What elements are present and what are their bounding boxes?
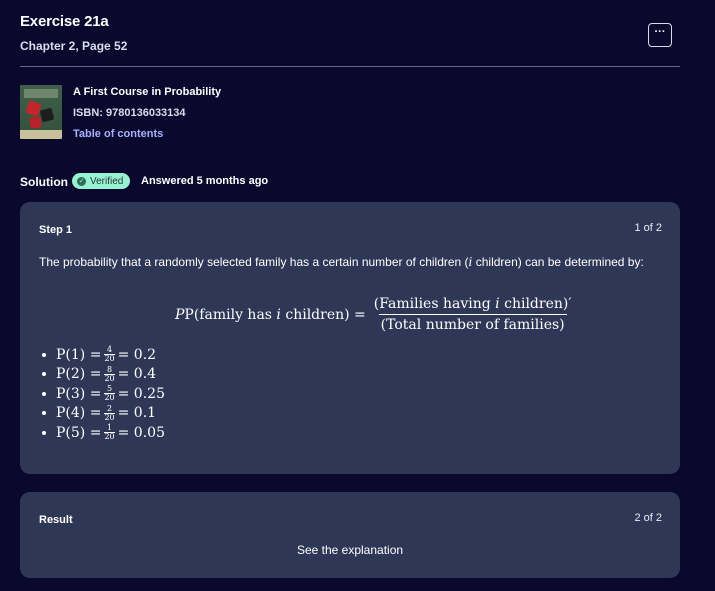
- item-fraction: 2 20: [104, 403, 115, 422]
- step-title: Step 1: [39, 224, 73, 236]
- step-counter: 1 of 2: [634, 222, 662, 234]
- item-fraction: 8 20: [104, 364, 115, 383]
- probability-formula: PP(family has i children) = (Families ha…: [175, 296, 574, 333]
- table-of-contents-link[interactable]: Table of contents: [73, 128, 163, 140]
- book-cover-image[interactable]: [20, 85, 62, 139]
- book-title[interactable]: A First Course in Probability: [73, 86, 221, 98]
- result-card: Result 2 of 2 See the explanation: [20, 492, 680, 578]
- bullet: [42, 430, 46, 435]
- cover-bottom-band: [20, 130, 62, 139]
- list-item: P(4) = 2 20 = 0.1: [39, 404, 165, 424]
- page-title: Exercise 21a: [20, 13, 109, 30]
- result-counter: 2 of 2: [634, 512, 662, 524]
- red-die-shape: [25, 100, 42, 117]
- item-fraction: 5 20: [104, 384, 115, 403]
- solution-label: Solution: [20, 175, 68, 189]
- formula-fraction: (Families having i children)′ (Total num…: [372, 296, 574, 333]
- chapter-page-subtitle: Chapter 2, Page 52: [20, 39, 128, 53]
- formula-numerator: (Families having i children)′: [373, 296, 572, 312]
- verified-check-icon: ✓: [77, 176, 86, 186]
- book-isbn: ISBN: 9780136033134: [73, 107, 186, 119]
- intro-text-before: The probability that a randomly selected…: [39, 255, 469, 269]
- exercise-page: Exercise 21a Chapter 2, Page 52 ··· A Fi…: [0, 0, 715, 591]
- result-title: Result: [39, 514, 73, 526]
- list-item: P(3) = 5 20 = 0.25: [39, 384, 165, 404]
- cover-title-band: [24, 89, 58, 98]
- formula-denominator: (Total number of families): [378, 314, 567, 333]
- bullet: [42, 411, 46, 416]
- header-divider: [20, 66, 680, 67]
- bullet: [42, 372, 46, 377]
- list-item: P(5) = 1 20 = 0.05: [39, 423, 165, 443]
- item-fraction: 4 20: [104, 345, 115, 364]
- bullet: [42, 391, 46, 396]
- verified-badge: ✓ Verified: [72, 173, 131, 189]
- intro-text-after: children) can be determined by:: [472, 255, 644, 269]
- item-fraction: 1 20: [104, 423, 115, 442]
- verified-badge-label: Verified: [90, 175, 124, 187]
- step-intro-text: The probability that a randomly selected…: [39, 253, 659, 272]
- formula-lhs: PP(family has i children) =: [175, 306, 366, 323]
- more-options-button[interactable]: ···: [648, 23, 672, 47]
- dark-die-shape: [39, 107, 55, 123]
- list-item: P(1) = 4 20 = 0.2: [39, 345, 165, 365]
- result-text: See the explanation: [296, 543, 404, 557]
- list-item: P(2) = 8 20 = 0.4: [39, 365, 165, 385]
- red-die-shape-2: [29, 116, 42, 129]
- answered-timestamp: Answered 5 months ago: [141, 175, 269, 187]
- probability-list: P(1) = 4 20 = 0.2 P(2) = 8 20 = 0.4 P(3) =…: [39, 345, 165, 443]
- step-card: Step 1 1 of 2 The probability that a ran…: [20, 202, 680, 474]
- bullet: [42, 352, 46, 357]
